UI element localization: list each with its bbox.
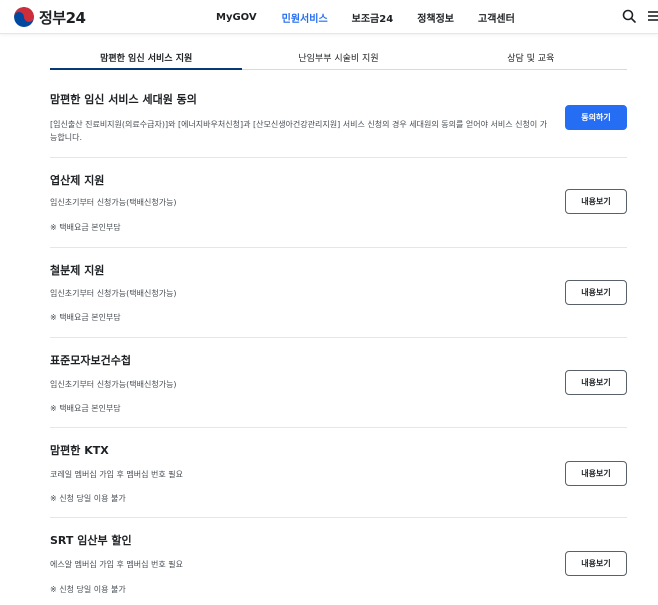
site-header: 정부24 MyGOV 민원서비스 보조금24 정책정보 고객센터 [0, 0, 658, 34]
service-note: ※ 택배요금 본인부담 [50, 404, 121, 413]
view-details-button[interactable]: 내용보기 [565, 280, 627, 305]
logo[interactable]: 정부24 [14, 6, 86, 28]
tab-counseling-education[interactable]: 상담 및 교육 [435, 42, 627, 69]
service-item-iron: 철분제 지원 임신초기부터 신청가능(택배신청가능) ※ 택배요금 본인부담 내… [50, 248, 627, 338]
service-title: 철분제 지원 [50, 264, 105, 277]
consent-title: 맘편한 임신 서비스 세대원 동의 [50, 93, 197, 106]
service-note: ※ 신청 당일 이용 불가 [50, 585, 126, 594]
main-nav: MyGOV 민원서비스 보조금24 정책정보 고객센터 [216, 0, 515, 34]
consent-section: 맘편한 임신 서비스 세대원 동의 [임신출산 진료비지원(의료수급자)]와 [… [50, 72, 627, 158]
view-details-button[interactable]: 내용보기 [565, 189, 627, 214]
header-utilities [622, 9, 658, 23]
nav-civil-service[interactable]: 민원서비스 [282, 10, 328, 25]
service-title: 맘편한 KTX [50, 444, 109, 457]
view-details-button[interactable]: 내용보기 [565, 551, 627, 576]
service-description: 임신초기부터 신청가능(택배신청가능) [50, 198, 177, 207]
service-item-maternal-handbook: 표준모자보건수첩 임신초기부터 신청가능(택배신청가능) ※ 택배요금 본인부담… [50, 338, 627, 428]
service-title: 표준모자보건수첩 [50, 354, 131, 367]
service-item-srt: SRT 임산부 할인 에스알 멤버십 가입 후 멤버십 번호 필요 ※ 신청 당… [50, 518, 627, 605]
consent-description: [임신출산 진료비지원(의료수급자)]와 [에너지바우처신청]과 [산모신생아건… [50, 120, 548, 142]
view-details-button[interactable]: 내용보기 [565, 461, 627, 486]
service-description: 임신초기부터 신청가능(택배신청가능) [50, 380, 177, 389]
taegeuk-logo-icon [14, 7, 34, 27]
menu-icon[interactable] [648, 9, 658, 23]
tab-pregnancy-support[interactable]: 맘편한 임신 서비스 지원 [50, 42, 243, 70]
search-icon[interactable] [622, 9, 636, 23]
logo-text: 정부24 [39, 8, 86, 27]
nav-mygov[interactable]: MyGOV [216, 12, 257, 23]
service-title: SRT 임산부 할인 [50, 534, 132, 547]
service-item-ktx: 맘편한 KTX 코레일 멤버십 가입 후 멤버십 번호 필요 ※ 신청 당일 이… [50, 428, 627, 518]
service-note: ※ 신청 당일 이용 불가 [50, 494, 126, 503]
nav-policy-info[interactable]: 정책정보 [417, 10, 454, 25]
service-title: 엽산제 지원 [50, 174, 105, 187]
service-description: 에스알 멤버십 가입 후 멤버십 번호 필요 [50, 560, 184, 569]
tab-infertility-support[interactable]: 난임부부 시술비 지원 [242, 42, 434, 69]
nav-customer-center[interactable]: 고객센터 [478, 10, 515, 25]
service-item-folic-acid: 엽산제 지원 임신초기부터 신청가능(택배신청가능) ※ 택배요금 본인부담 내… [50, 158, 627, 248]
view-details-button[interactable]: 내용보기 [565, 370, 627, 395]
nav-subsidy24[interactable]: 보조금24 [352, 10, 394, 25]
service-description: 코레일 멤버십 가입 후 멤버십 번호 필요 [50, 470, 184, 479]
service-note: ※ 택배요금 본인부담 [50, 223, 121, 232]
agree-button[interactable]: 동의하기 [565, 105, 627, 130]
service-description: 임신초기부터 신청가능(택배신청가능) [50, 289, 177, 298]
service-tabs: 맘편한 임신 서비스 지원 난임부부 시술비 지원 상담 및 교육 [50, 42, 627, 70]
service-note: ※ 택배요금 본인부담 [50, 313, 121, 322]
